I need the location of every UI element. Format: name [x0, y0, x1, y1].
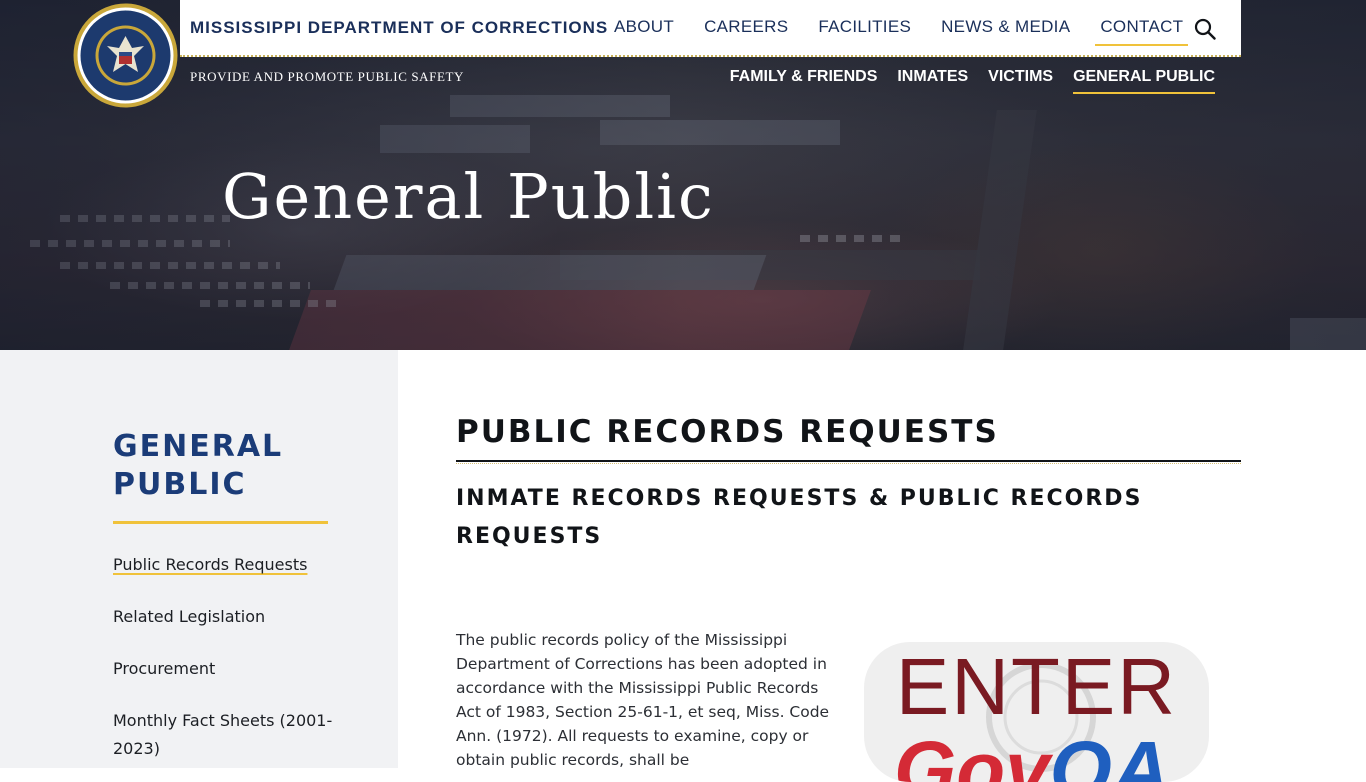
sidebar-item-procurement[interactable]: Procurement	[113, 655, 353, 683]
section-subtitle: INMATE RECORDS REQUESTS & PUBLIC RECORDS…	[456, 486, 1143, 549]
nav-about[interactable]: ABOUT	[614, 17, 674, 46]
sidebar-title-underline	[113, 521, 328, 524]
title-divider	[456, 460, 1241, 462]
govqa-logo: GovQA	[894, 730, 1170, 782]
site-tagline: PROVIDE AND PROMOTE PUBLIC SAFETY	[190, 69, 465, 84]
top-navigation-bar: MISSISSIPPI DEPARTMENT OF CORRECTIONS AB…	[180, 0, 1241, 57]
title-divider-dots	[456, 463, 1241, 464]
nav-news-media[interactable]: NEWS & MEDIA	[941, 17, 1070, 46]
main-nav: ABOUT CAREERS FACILITIES NEWS & MEDIA CO…	[614, 17, 1218, 46]
nav-family-friends[interactable]: FAMILY & FRIENDS	[730, 68, 878, 94]
nav-victims[interactable]: VICTIMS	[988, 68, 1053, 94]
nav-inmates[interactable]: INMATES	[897, 68, 968, 94]
sidebar-item-public-records-requests[interactable]: Public Records Requests	[113, 551, 353, 579]
enter-label: ENTER	[895, 642, 1178, 731]
mdoc-seal-logo[interactable]	[72, 2, 179, 109]
nav-contact[interactable]: CONTACT	[1095, 17, 1189, 46]
page-title: PUBLIC RECORDS REQUESTS	[456, 414, 999, 450]
nav-general-public[interactable]: GENERAL PUBLIC	[1073, 68, 1215, 94]
site-name[interactable]: MISSISSIPPI DEPARTMENT OF CORRECTIONS	[190, 18, 608, 38]
govqa-logo-qa: QA	[1049, 725, 1170, 782]
search-icon[interactable]	[1194, 18, 1216, 40]
govqa-logo-gov: Gov	[894, 725, 1050, 782]
nav-facilities[interactable]: FACILITIES	[818, 17, 911, 46]
hero-title: General Public	[222, 160, 715, 233]
nav-careers[interactable]: CAREERS	[704, 17, 788, 46]
sidebar-item-monthly-fact-sheets[interactable]: Monthly Fact Sheets (2001-2023)	[113, 707, 353, 763]
sidebar: GENERAL PUBLIC Public Records Requests R…	[0, 350, 398, 768]
intro-paragraph: The public records policy of the Mississ…	[456, 631, 830, 769]
audience-nav: FAMILY & FRIENDS INMATES VICTIMS GENERAL…	[710, 68, 1215, 94]
sidebar-title: GENERAL PUBLIC	[113, 429, 284, 502]
sidebar-item-related-legislation[interactable]: Related Legislation	[113, 603, 353, 631]
govqa-portal-button[interactable]: ENTER GovQA	[864, 642, 1209, 782]
